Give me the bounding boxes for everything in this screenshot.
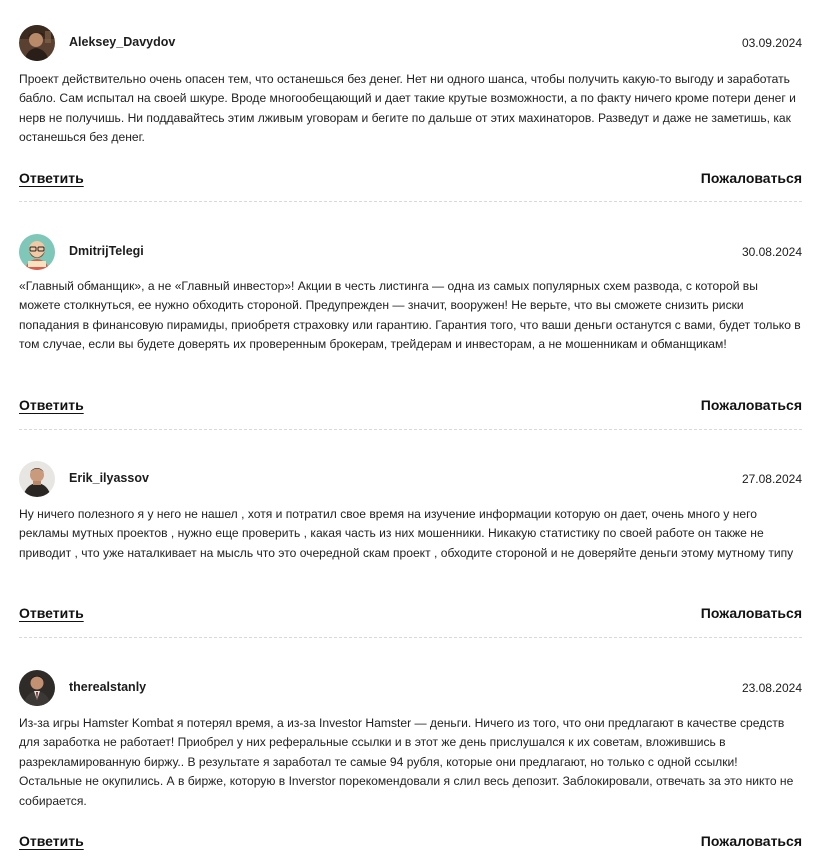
- comment-item: therealstanly 23.08.2024 Из-за игры Hams…: [19, 670, 802, 849]
- author-name[interactable]: Erik_ilyassov: [69, 471, 149, 485]
- comment-date: 23.08.2024: [741, 681, 802, 695]
- comment-text: Ну ничего полезного я у него не нашел , …: [19, 507, 794, 560]
- report-button[interactable]: Пожаловаться: [701, 605, 802, 621]
- author-name[interactable]: DmitrijTelegi: [69, 244, 144, 258]
- reply-button[interactable]: Ответить: [19, 170, 84, 186]
- avatar-man-in-suit-icon: [19, 670, 55, 706]
- comment-actions: Ответить Пожаловаться: [19, 397, 802, 417]
- comment-item: DmitrijTelegi 30.08.2024 «Главный обманщ…: [19, 234, 802, 430]
- comment-divider: [19, 201, 802, 202]
- avatar-cartoon-bearded-man-icon: [19, 234, 55, 270]
- comment-header: Aleksey_Davydov 03.09.2024: [19, 25, 802, 63]
- comment-header: Erik_ilyassov 27.08.2024: [19, 461, 802, 499]
- avatar-man-dark-hair-icon: [19, 25, 55, 61]
- comment-item: Erik_ilyassov 27.08.2024 Ну ничего полез…: [19, 461, 802, 638]
- report-button[interactable]: Пожаловаться: [701, 170, 802, 186]
- comment-text: Проект действительно очень опасен тем, ч…: [19, 72, 796, 145]
- reply-button[interactable]: Ответить: [19, 397, 84, 413]
- reply-button[interactable]: Ответить: [19, 833, 84, 849]
- comment-item: Aleksey_Davydov 03.09.2024 Проект действ…: [19, 25, 802, 202]
- avatar[interactable]: [19, 25, 55, 61]
- avatar[interactable]: [19, 234, 55, 270]
- comment-header: therealstanly 23.08.2024: [19, 670, 802, 708]
- comment-actions: Ответить Пожаловаться: [19, 605, 802, 625]
- comment-header: DmitrijTelegi 30.08.2024: [19, 234, 802, 272]
- comment-date: 30.08.2024: [741, 245, 802, 259]
- comment-text: Из-за игры Hamster Kombat я потерял врем…: [19, 716, 794, 808]
- author-name[interactable]: Aleksey_Davydov: [69, 35, 175, 49]
- report-button[interactable]: Пожаловаться: [701, 397, 802, 413]
- avatar[interactable]: [19, 670, 55, 706]
- comment-date: 03.09.2024: [741, 36, 802, 50]
- comment-divider: [19, 429, 802, 430]
- comment-date: 27.08.2024: [741, 472, 802, 486]
- comment-actions: Ответить Пожаловаться: [19, 833, 802, 853]
- avatar-man-dark-shirt-icon: [19, 461, 55, 497]
- reply-button[interactable]: Ответить: [19, 605, 84, 621]
- author-name[interactable]: therealstanly: [69, 680, 146, 694]
- comment-divider: [19, 637, 802, 638]
- comment-actions: Ответить Пожаловаться: [19, 170, 802, 190]
- comments-list: Aleksey_Davydov 03.09.2024 Проект действ…: [0, 0, 817, 861]
- avatar[interactable]: [19, 461, 55, 497]
- report-button[interactable]: Пожаловаться: [701, 833, 802, 849]
- comment-text: «Главный обманщик», а не «Главный инвест…: [19, 279, 801, 352]
